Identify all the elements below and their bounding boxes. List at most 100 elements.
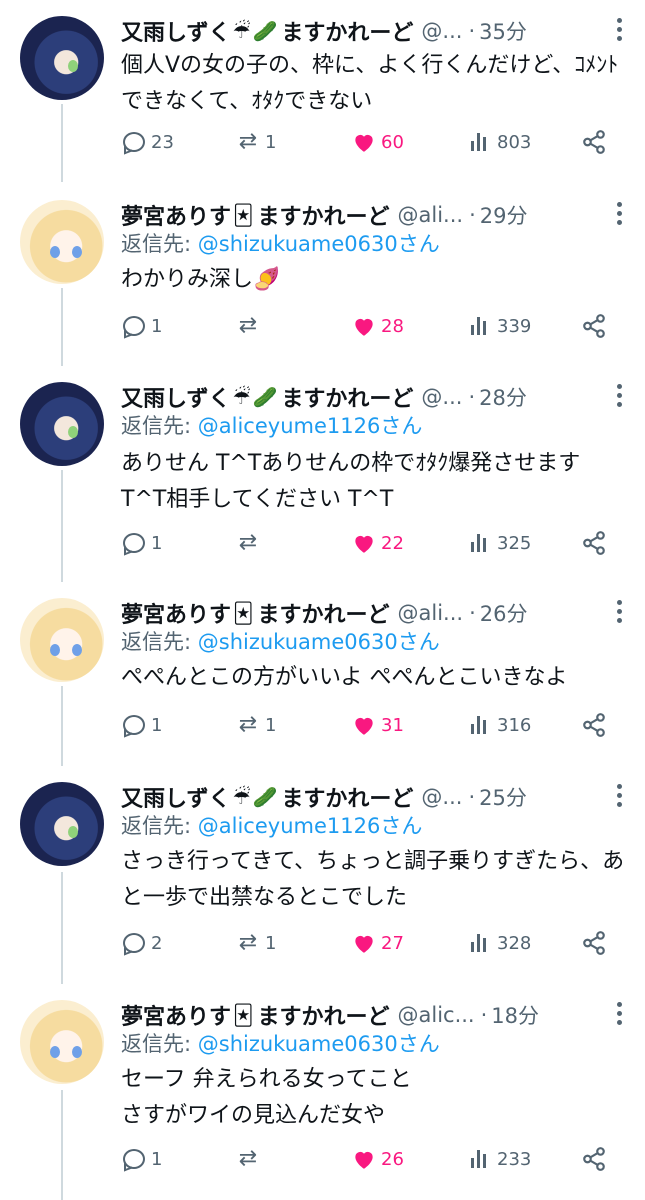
views-button[interactable]: 339 <box>467 313 531 339</box>
reply-prefix: 返信先: <box>121 814 198 838</box>
tweet[interactable]: 夢宮ありす 🃏 ますかれーど @ali... · 26分 返信先: @shizu… <box>0 582 645 752</box>
retweet-button[interactable]: ⇄ 1 <box>235 930 277 956</box>
avatar[interactable] <box>20 782 104 866</box>
reply-mention-link[interactable]: @shizukuame0630さん <box>198 1032 440 1056</box>
tweet[interactable]: 夢宮ありす 🃏 ますかれーど @alic... · 18分 返信先: @shiz… <box>0 984 645 1194</box>
display-name[interactable]: 夢宮ありす <box>121 999 231 1031</box>
timestamp[interactable]: 35分 <box>479 16 527 46</box>
heart-icon <box>355 717 373 735</box>
avatar-eye <box>68 826 78 838</box>
share-button[interactable] <box>581 930 611 956</box>
display-name-suffix[interactable]: ますかれーど <box>257 999 389 1031</box>
tweet-text: さっき行ってきて、ちょっと調子乗りすぎたら、あと一歩で出禁なるとこでした <box>121 849 625 910</box>
user-handle[interactable]: @... <box>421 785 462 809</box>
heart-icon <box>355 935 373 953</box>
more-options-icon[interactable] <box>615 18 623 44</box>
display-name-suffix[interactable]: ますかれーど <box>281 781 413 813</box>
display-name[interactable]: 又雨しずく <box>121 781 231 813</box>
views-button[interactable]: 328 <box>467 930 531 956</box>
retweet-button[interactable]: ⇄ 1 <box>235 712 277 738</box>
reply-count: 1 <box>151 315 163 337</box>
avatar[interactable] <box>20 382 104 466</box>
tweet[interactable]: 又雨しずく ☔ 🥒 ますかれーど @... · 25分 返信先: @alicey… <box>0 766 645 970</box>
user-handle[interactable]: @alic... <box>398 1003 475 1027</box>
user-handle[interactable]: @... <box>421 19 462 43</box>
timestamp[interactable]: 28分 <box>479 382 527 412</box>
avatar[interactable] <box>20 200 104 284</box>
share-button[interactable] <box>581 313 611 339</box>
display-name-suffix[interactable]: ますかれーど <box>257 199 389 231</box>
timestamp[interactable]: 29分 <box>480 200 528 230</box>
retweet-count: 1 <box>265 714 277 736</box>
reply-mention-link[interactable]: @aliceyume1126さん <box>198 814 423 838</box>
views-button[interactable]: 325 <box>467 530 531 556</box>
more-options-icon[interactable] <box>615 784 623 810</box>
action-bar: 1 ⇄ 26 233 <box>121 1144 611 1174</box>
reply-count: 23 <box>151 131 174 153</box>
retweet-icon: ⇄ <box>238 129 258 154</box>
reply-prefix: 返信先: <box>121 1032 198 1056</box>
like-button[interactable]: 60 <box>351 129 404 155</box>
share-icon <box>583 314 605 338</box>
view-count: 803 <box>497 131 532 153</box>
share-button[interactable] <box>581 712 611 738</box>
reply-button[interactable]: 1 <box>121 530 162 556</box>
user-handle[interactable]: @ali... <box>398 601 464 625</box>
display-name[interactable]: 又雨しずく <box>121 381 231 413</box>
reply-mention-link[interactable]: @aliceyume1126さん <box>198 414 423 438</box>
avatar[interactable] <box>20 598 104 682</box>
like-button[interactable]: 26 <box>351 1146 404 1172</box>
reply-button[interactable]: 1 <box>121 712 162 738</box>
user-handle[interactable]: @ali... <box>398 203 464 227</box>
action-bar: 2 ⇄ 1 27 328 <box>121 928 611 958</box>
avatar[interactable] <box>20 16 104 100</box>
like-button[interactable]: 27 <box>351 930 404 956</box>
share-button[interactable] <box>581 129 611 155</box>
view-count: 328 <box>497 932 532 954</box>
retweet-button[interactable]: ⇄ 1 <box>235 129 277 155</box>
reply-mention-link[interactable]: @shizukuame0630さん <box>198 630 440 654</box>
reply-button[interactable]: 1 <box>121 1146 162 1172</box>
display-name[interactable]: 夢宮ありす <box>121 199 231 231</box>
like-button[interactable]: 22 <box>351 530 404 556</box>
views-button[interactable]: 316 <box>467 712 531 738</box>
more-options-icon[interactable] <box>615 1002 623 1028</box>
more-options-icon[interactable] <box>615 384 623 410</box>
reply-mention-link[interactable]: @shizukuame0630さん <box>198 232 440 256</box>
like-button[interactable]: 31 <box>351 712 404 738</box>
share-icon <box>583 130 605 154</box>
avatar-eye <box>72 1046 82 1058</box>
view-count: 233 <box>497 1148 532 1170</box>
share-button[interactable] <box>581 530 611 556</box>
tweet[interactable]: 又雨しずく ☔ 🥒 ますかれーど @... · 35分 個人Vの女の子の、枠に、… <box>0 0 645 170</box>
retweet-button[interactable]: ⇄ <box>235 530 265 556</box>
timestamp[interactable]: 26分 <box>480 598 528 628</box>
share-icon <box>583 713 605 737</box>
tweet[interactable]: 夢宮ありす 🃏 ますかれーど @ali... · 29分 返信先: @shizu… <box>0 184 645 354</box>
reply-button[interactable]: 2 <box>121 930 162 956</box>
tweet[interactable]: 又雨しずく ☔ 🥒 ますかれーど @... · 28分 返信先: @alicey… <box>0 366 645 570</box>
reply-icon <box>121 129 147 155</box>
timestamp[interactable]: 25分 <box>479 782 527 812</box>
views-icon <box>467 930 493 956</box>
avatar[interactable] <box>20 1000 104 1084</box>
more-options-icon[interactable] <box>615 600 623 626</box>
display-name-suffix[interactable]: ますかれーど <box>257 597 389 629</box>
retweet-button[interactable]: ⇄ <box>235 1146 265 1172</box>
display-name-suffix[interactable]: ますかれーど <box>281 15 413 47</box>
timestamp[interactable]: 18分 <box>491 1000 539 1030</box>
user-handle[interactable]: @... <box>421 385 462 409</box>
more-options-icon[interactable] <box>615 202 623 228</box>
like-button[interactable]: 28 <box>351 313 404 339</box>
views-button[interactable]: 233 <box>467 1146 531 1172</box>
display-name-suffix[interactable]: ますかれーど <box>281 381 413 413</box>
reply-button[interactable]: 1 <box>121 313 162 339</box>
display-name[interactable]: 又雨しずく <box>121 15 231 47</box>
avatar-eye <box>50 246 60 258</box>
reply-button[interactable]: 23 <box>121 129 174 155</box>
share-button[interactable] <box>581 1146 611 1172</box>
display-name[interactable]: 夢宮ありす <box>121 597 231 629</box>
cucumber-icon: 🥒 <box>252 385 278 409</box>
retweet-button[interactable]: ⇄ <box>235 313 265 339</box>
views-button[interactable]: 803 <box>467 129 531 155</box>
